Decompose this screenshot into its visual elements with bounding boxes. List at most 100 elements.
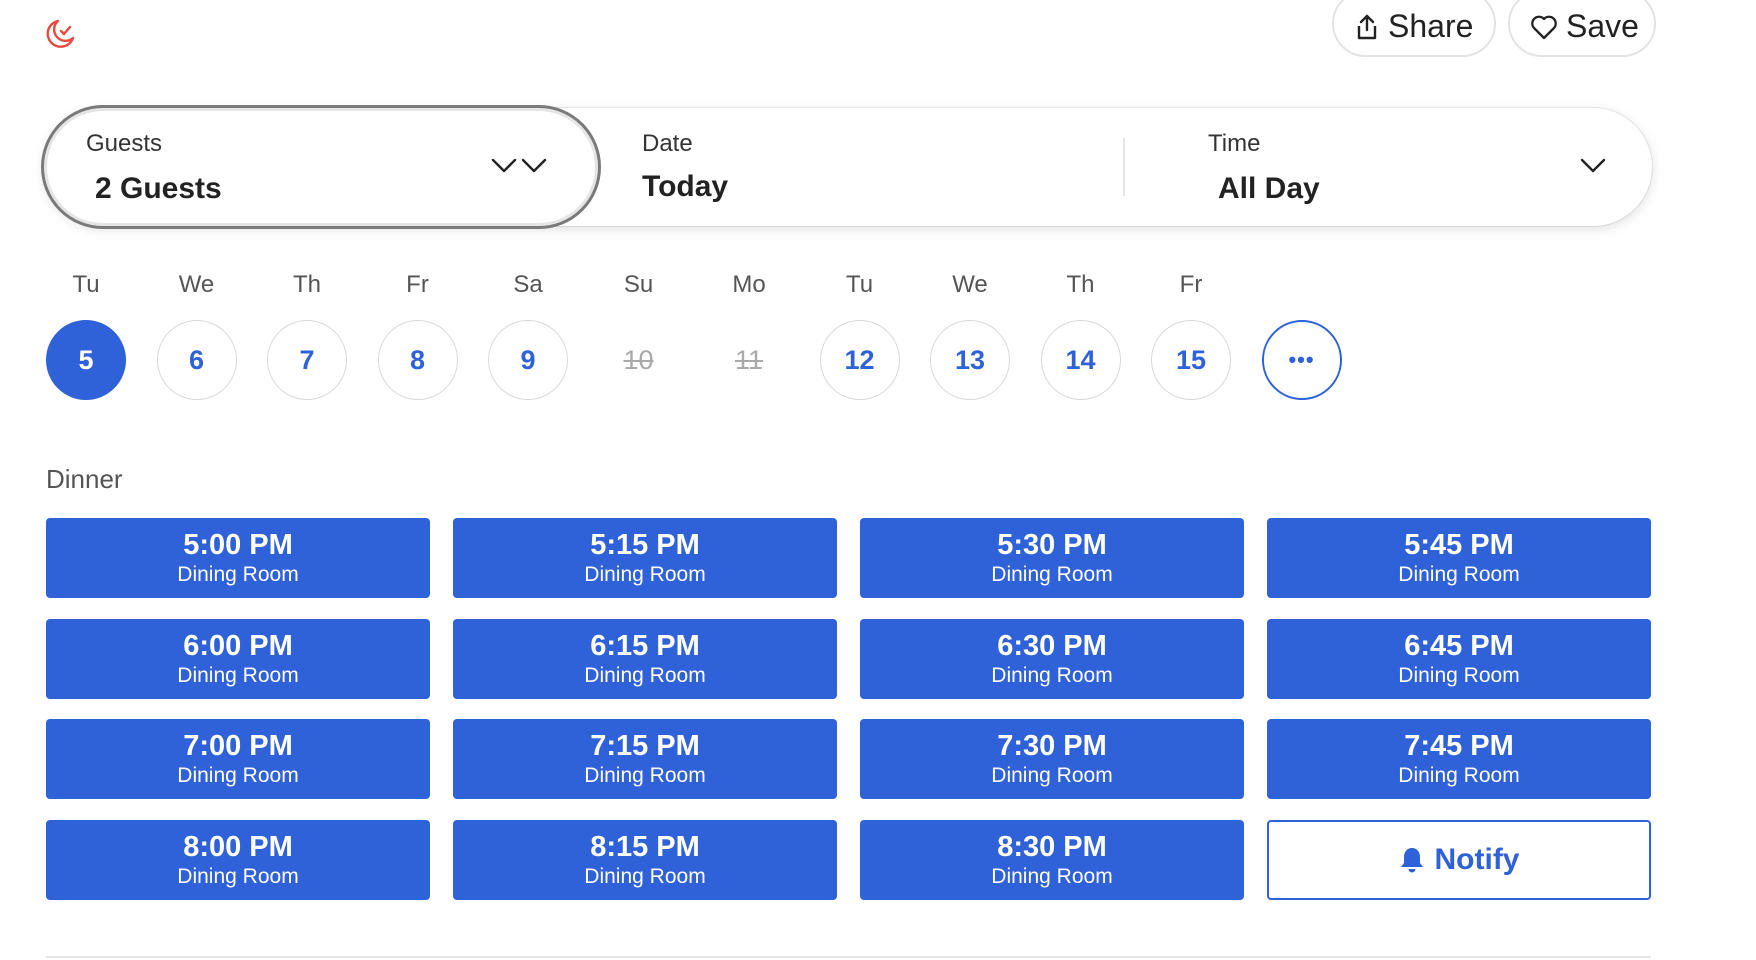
heart-icon xyxy=(1531,15,1557,39)
day-item: Tu 5 xyxy=(46,270,126,400)
time-slot-button[interactable]: 8:15 PM Dining Room xyxy=(453,819,837,900)
time-value: All Day xyxy=(1218,172,1320,205)
day-name: Th xyxy=(1066,271,1095,298)
time-slot-button[interactable]: 7:00 PM Dining Room xyxy=(46,719,430,799)
slot-time: 7:30 PM xyxy=(997,730,1107,762)
slot-room: Dining Room xyxy=(991,764,1113,787)
time-slot-button[interactable]: 7:30 PM Dining Room xyxy=(860,719,1244,799)
slot-room: Dining Room xyxy=(177,864,299,888)
slot-time: 8:15 PM xyxy=(590,830,700,863)
share-button[interactable]: Share xyxy=(1332,0,1496,57)
slot-room: Dining Room xyxy=(177,663,299,687)
day-item: Su 10 xyxy=(598,270,679,400)
reservation-search-bar: Guests 2 Guests Date Today Time All Day xyxy=(41,105,1652,229)
share-icon xyxy=(1357,14,1377,39)
slot-room: Dining Room xyxy=(584,864,706,888)
day-item: ••• xyxy=(1261,270,1342,400)
slot-room: Dining Room xyxy=(991,864,1113,888)
slot-time: 6:45 PM xyxy=(1404,629,1514,662)
day-item: We 13 xyxy=(930,270,1010,400)
slot-time: 6:30 PM xyxy=(997,629,1107,662)
time-slot-button[interactable]: 6:15 PM Dining Room xyxy=(453,618,837,699)
chevron-down-icon xyxy=(521,158,547,173)
day-name: Fr xyxy=(1179,271,1203,298)
day-item: Th 7 xyxy=(267,270,347,400)
notify-label: Notify xyxy=(1434,842,1520,876)
slot-time: 5:30 PM xyxy=(997,529,1107,561)
day-button: 10 xyxy=(598,320,679,400)
slot-time: 5:15 PM xyxy=(590,529,700,561)
section-title-dinner: Dinner xyxy=(46,464,123,494)
time-slot-button[interactable]: 7:15 PM Dining Room xyxy=(453,719,837,799)
day-picker: Tu 5 We 6 Th 7 Fr 8 Sa 9 Su 10 Mo 11 Tu 12 We 13 Th 14 Fr 15 •… xyxy=(46,270,1346,400)
time-slot-button[interactable]: 5:00 PM Dining Room xyxy=(46,518,430,598)
bell-icon xyxy=(1400,847,1423,872)
guests-selector[interactable]: Guests 2 Guests xyxy=(41,105,601,229)
slot-room: Dining Room xyxy=(177,764,299,787)
slot-room: Dining Room xyxy=(991,563,1113,586)
slot-room: Dining Room xyxy=(1398,663,1520,687)
time-label: Time xyxy=(1208,130,1261,157)
day-button[interactable]: 6 xyxy=(156,320,237,400)
slot-room: Dining Room xyxy=(1398,764,1520,787)
notify-button[interactable]: Notify xyxy=(1267,819,1651,900)
share-label: Share xyxy=(1388,8,1474,44)
day-item: Th 14 xyxy=(1040,270,1121,400)
slot-time: 5:00 PM xyxy=(183,529,293,561)
day-name: Su xyxy=(623,271,654,298)
day-button[interactable]: 5 xyxy=(46,320,126,400)
time-slot-button[interactable]: 5:15 PM Dining Room xyxy=(453,518,837,598)
slot-time: 7:00 PM xyxy=(183,730,293,762)
time-slot-button[interactable]: 6:45 PM Dining Room xyxy=(1267,618,1651,699)
day-item: Fr 15 xyxy=(1151,270,1231,400)
more-dates-button[interactable]: ••• xyxy=(1261,320,1342,400)
slot-time: 8:00 PM xyxy=(183,830,293,863)
day-button: 11 xyxy=(709,320,789,400)
day-item: Fr 8 xyxy=(377,270,458,400)
time-slot-button[interactable]: 5:30 PM Dining Room xyxy=(860,518,1244,598)
guests-label: Guests xyxy=(86,130,163,157)
day-button[interactable]: 13 xyxy=(930,320,1010,400)
save-button[interactable]: Save xyxy=(1508,0,1656,57)
time-slot-button[interactable]: 6:00 PM Dining Room xyxy=(46,618,430,699)
day-button[interactable]: 9 xyxy=(488,320,568,400)
day-name: Fr xyxy=(406,271,429,298)
day-name: Mo xyxy=(732,271,766,298)
guests-value: 2 Guests xyxy=(95,172,222,205)
slot-time: 8:30 PM xyxy=(997,830,1107,863)
date-value: Today xyxy=(642,170,729,203)
day-name: Tu xyxy=(845,271,874,298)
slot-time: 7:15 PM xyxy=(590,730,700,762)
day-name: Sa xyxy=(513,271,543,298)
time-selector[interactable]: Time All Day xyxy=(1125,108,1652,226)
slot-time: 7:45 PM xyxy=(1404,730,1514,762)
day-name: We xyxy=(178,271,215,298)
time-slot-button[interactable]: 6:30 PM Dining Room xyxy=(860,618,1244,699)
time-slot-button[interactable]: 7:45 PM Dining Room xyxy=(1267,719,1651,799)
date-selector[interactable]: Date Today xyxy=(491,108,1124,226)
slot-room: Dining Room xyxy=(584,563,706,586)
day-button[interactable]: 12 xyxy=(819,320,900,400)
slot-room: Dining Room xyxy=(991,663,1113,687)
time-slot-button[interactable]: 8:00 PM Dining Room xyxy=(46,819,430,900)
time-slot-button[interactable]: 8:30 PM Dining Room xyxy=(860,819,1244,900)
divider xyxy=(46,956,1651,958)
chevron-down-icon xyxy=(1580,158,1606,173)
day-name xyxy=(1262,270,1342,300)
save-label: Save xyxy=(1566,8,1639,44)
day-item: We 6 xyxy=(156,270,237,400)
day-button[interactable]: 15 xyxy=(1151,320,1231,400)
date-label: Date xyxy=(642,130,693,157)
day-button[interactable]: 7 xyxy=(267,320,347,400)
day-button[interactable]: 14 xyxy=(1040,320,1121,400)
slot-room: Dining Room xyxy=(584,764,706,787)
day-item: Sa 9 xyxy=(488,270,568,400)
day-button[interactable]: 8 xyxy=(377,320,458,400)
day-item: Tu 12 xyxy=(819,270,900,400)
time-slot-button[interactable]: 5:45 PM Dining Room xyxy=(1267,518,1651,598)
slot-time: 6:00 PM xyxy=(183,629,293,662)
day-name: Th xyxy=(292,271,321,298)
slot-room: Dining Room xyxy=(1398,563,1520,586)
slot-room: Dining Room xyxy=(584,663,706,687)
slot-time: 6:15 PM xyxy=(590,629,700,662)
